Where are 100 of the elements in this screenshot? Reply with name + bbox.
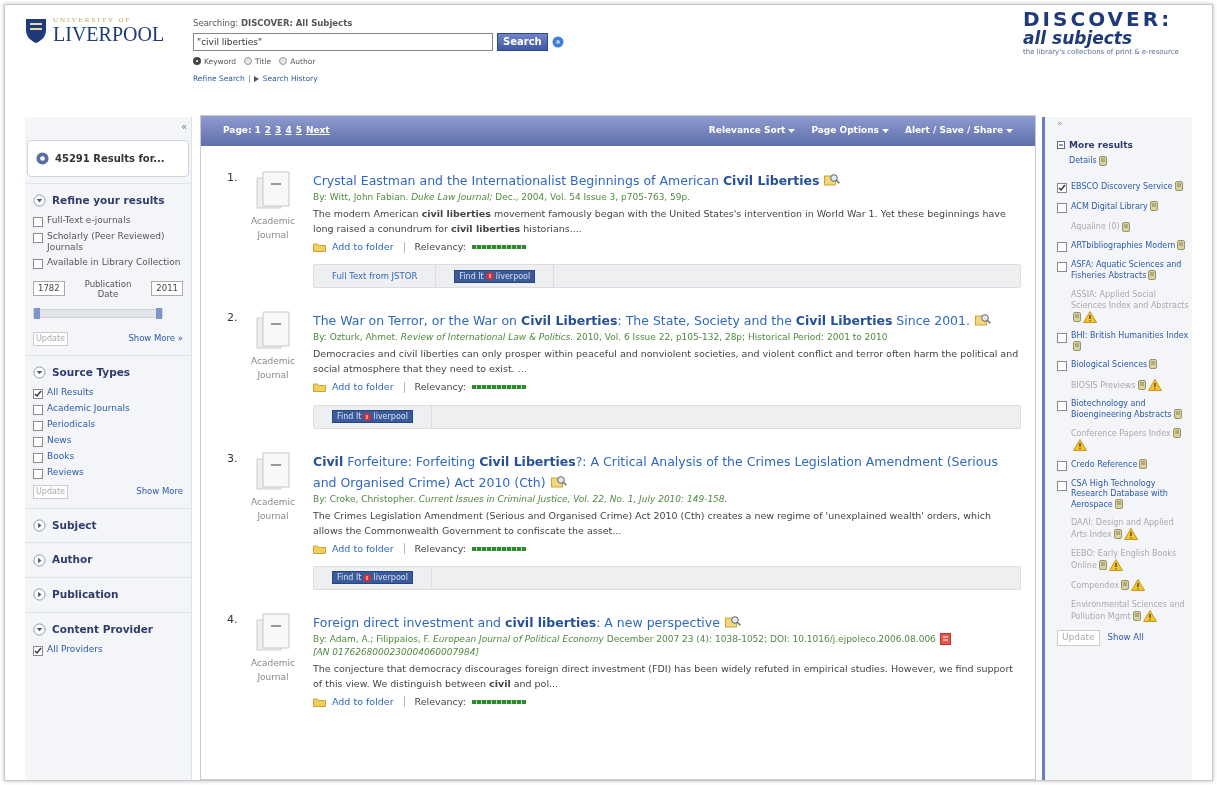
radio-button[interactable] [279, 57, 288, 66]
checkbox[interactable] [33, 468, 43, 479]
checkbox[interactable] [1057, 262, 1067, 272]
section-title[interactable]: Publication [52, 587, 119, 603]
database-option[interactable]: Biological Sciences [1071, 359, 1158, 370]
add-to-folder-link[interactable]: Add to folder [332, 240, 394, 255]
section-title[interactable]: Author [52, 552, 93, 568]
filter-option[interactable]: All Providers [47, 643, 103, 655]
date-slider[interactable] [33, 308, 163, 318]
pdf-icon[interactable] [939, 633, 951, 646]
toolbar-menu[interactable]: Page Options [811, 124, 889, 138]
checkbox[interactable] [33, 452, 43, 463]
filter-option[interactable]: Scholarly (Peer Reviewed) Journals [47, 230, 183, 253]
checkbox[interactable] [1057, 183, 1067, 193]
database-icon [1121, 221, 1130, 232]
collapse-icon[interactable] [33, 623, 46, 637]
result-title-link[interactable]: Foreign direct investment and civil liberties: A new perspective [313, 611, 741, 633]
add-to-folder-link[interactable]: Add to folder [332, 694, 394, 709]
search-field[interactable]: "civil liberties" [193, 32, 493, 51]
expand-icon[interactable] [33, 553, 46, 567]
date-to-field[interactable]: 2011 [151, 281, 183, 297]
section-title[interactable]: Refine your results [52, 193, 165, 209]
filter-option[interactable]: Books [47, 450, 75, 462]
page-link[interactable]: 5 [295, 124, 302, 138]
section-title[interactable]: Subject [52, 517, 97, 534]
checkbox[interactable] [1057, 203, 1067, 213]
slider-handle[interactable] [156, 307, 162, 319]
checkbox[interactable] [1057, 332, 1067, 343]
radio-button[interactable] [193, 57, 201, 66]
toolbar-menu[interactable]: Alert / Save / Share [904, 124, 1013, 138]
checkbox[interactable] [33, 645, 43, 656]
database-icon [1148, 270, 1157, 280]
checkbox[interactable] [1057, 361, 1067, 371]
warning-icon [1130, 579, 1145, 591]
date-from-field[interactable]: 1782 [33, 281, 65, 297]
next-link[interactable]: Next [305, 124, 330, 138]
checkbox[interactable] [1057, 401, 1067, 411]
checkbox[interactable] [33, 216, 43, 227]
checkbox[interactable] [33, 258, 43, 269]
add-to-folder-link[interactable]: Add to folder [332, 541, 394, 556]
expand-icon[interactable] [33, 518, 46, 532]
radio-button[interactable] [244, 57, 253, 66]
database-option[interactable]: BHI: British Humanities Index [1071, 330, 1190, 351]
filter-option[interactable]: All Results [47, 386, 94, 398]
database-option[interactable]: ARTbibliographies Modern [1071, 240, 1186, 251]
section-title[interactable]: Source Types [52, 364, 131, 381]
result-type: Academic Journal [250, 495, 296, 523]
result-citation: By: Croke, Christopher. Current Issues in Criminal Justice, Vol. 22, No. 1, July 2010: 149-158. [313, 492, 728, 506]
result-title-link[interactable]: The War on Terror, or the War on Civil Liberties: The State, Society and the Civil Liberties Since 2001. [313, 310, 991, 332]
logo-icon [485, 272, 494, 281]
page-link[interactable]: 1 [254, 124, 261, 138]
collapse-button[interactable]: « [180, 119, 187, 134]
filter-option[interactable]: Academic Journals [47, 402, 130, 414]
page-link[interactable]: 3 [275, 124, 282, 138]
toolbar-menu[interactable]: Relevance Sort [708, 124, 796, 138]
folder-icon [313, 382, 326, 393]
result-title-link[interactable]: Crystal Eastman and the Internationalist Beginnings of American Civil Liberties [313, 170, 841, 191]
page-link[interactable]: 2 [264, 124, 272, 138]
checkbox[interactable] [33, 436, 43, 447]
checkbox[interactable] [1057, 242, 1067, 252]
slider-handle[interactable] [34, 307, 40, 319]
search-button[interactable]: Search [497, 32, 548, 51]
full-text-link[interactable]: Full Text from JSTOR [332, 269, 418, 283]
show-all-link[interactable]: Show All [1107, 631, 1144, 645]
checkbox[interactable] [33, 388, 43, 399]
collapse-icon[interactable] [1057, 141, 1065, 150]
warning-icon [1073, 438, 1087, 451]
database-option[interactable]: ASFA: Aquatic Sciences and Fisheries Abstracts [1071, 260, 1190, 281]
logo-icon [363, 412, 372, 421]
page-link[interactable]: 4 [285, 124, 292, 138]
folder-icon [313, 696, 326, 707]
show-more-link[interactable]: Show More [136, 485, 183, 498]
filter-option[interactable]: Periodicals [47, 418, 96, 430]
checkbox[interactable] [1057, 480, 1067, 491]
database-option[interactable]: Credo Reference [1071, 458, 1148, 469]
checkbox[interactable] [33, 420, 43, 431]
find-it-button[interactable]: Find It liverpool [332, 571, 413, 585]
filter-option[interactable]: Reviews [47, 466, 84, 478]
database-option[interactable]: ACM Digital Library [1071, 201, 1158, 212]
show-more-link[interactable]: Show More » [128, 332, 183, 346]
result-title-link[interactable]: Civil Forfeiture: Forfeiting Civil Liberties?: A Critical Analysis of the Crimes Legislation Amendment (Serious and Organised Crime) Act 2010 (Cth) [313, 450, 1021, 493]
section-title[interactable]: Content Provider [52, 621, 154, 638]
details-link[interactable]: Details [1069, 155, 1097, 167]
database-option[interactable]: Biotechnology and Bioengineering Abstracts [1071, 399, 1190, 420]
add-to-folder-link[interactable]: Add to folder [332, 380, 394, 395]
checkbox[interactable] [33, 404, 43, 415]
database-option[interactable]: EBSCO Discovery Service [1071, 181, 1183, 192]
collapse-icon[interactable] [33, 366, 46, 380]
expand-icon[interactable] [33, 588, 46, 602]
help-icon[interactable] [551, 35, 564, 48]
filter-option[interactable]: Available in Library Collection [47, 256, 181, 268]
checkbox[interactable] [1057, 460, 1067, 471]
filter-option[interactable]: Full-Text e-journals [47, 214, 131, 226]
checkbox[interactable] [33, 232, 43, 243]
collapse-icon[interactable] [33, 194, 46, 208]
filter-option[interactable]: News [47, 434, 72, 446]
database-option[interactable]: CSA High Technology Research Database with Aerospace [1071, 478, 1190, 509]
accession-number: [AN 0176268000230004060007984] [313, 645, 480, 659]
find-it-button[interactable]: Find It liverpool [454, 269, 536, 283]
find-it-button[interactable]: Find It liverpool [332, 410, 413, 423]
